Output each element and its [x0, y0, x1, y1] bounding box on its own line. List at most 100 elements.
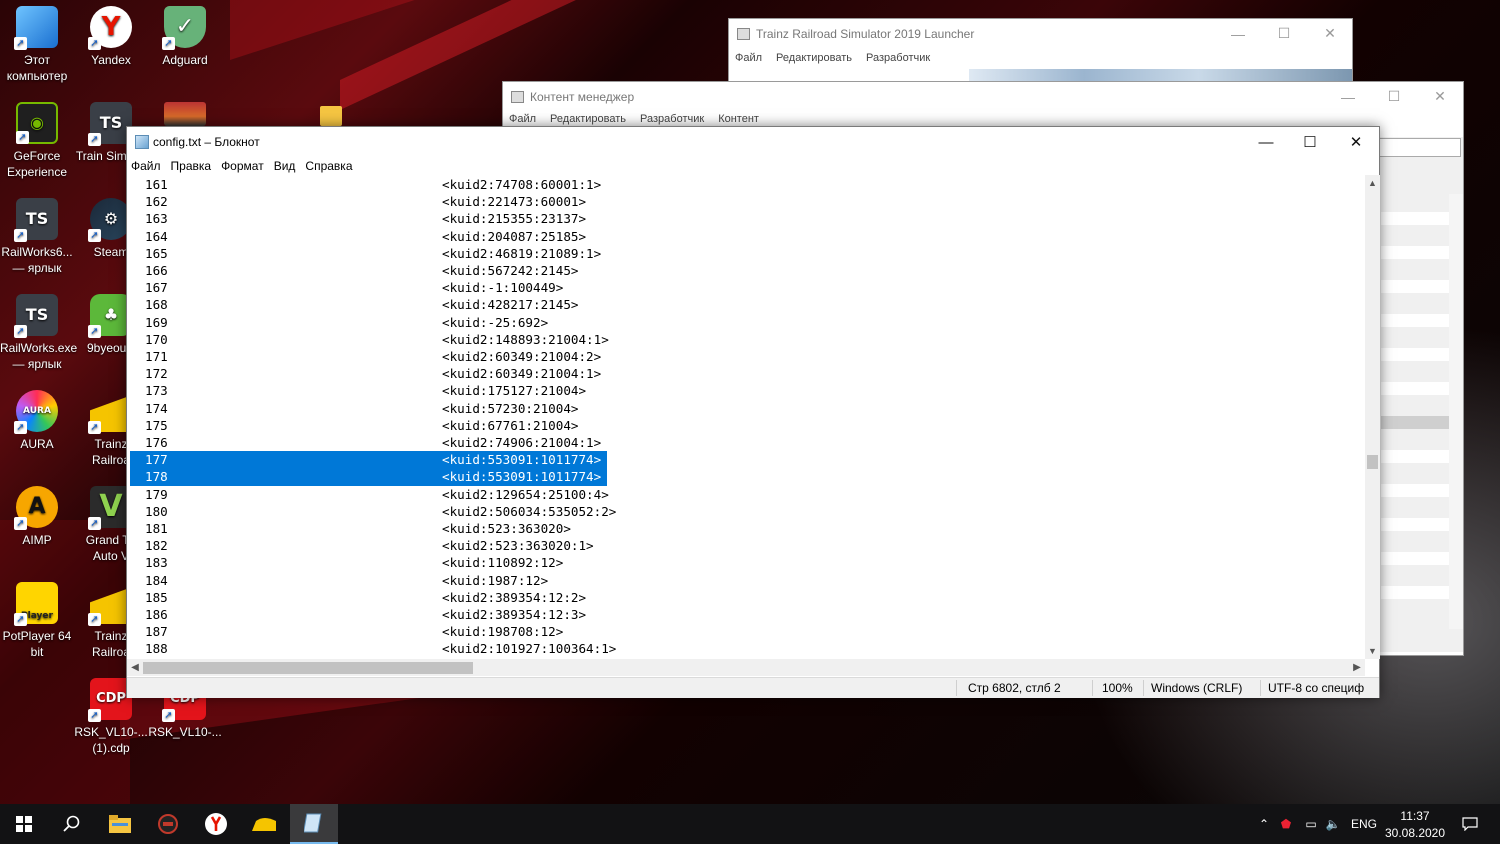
notepad-title: config.txt – Блокнот: [153, 135, 260, 149]
horizontal-scrollbar[interactable]: ◀ ▶: [127, 659, 1365, 676]
close-icon[interactable]: ✕: [1333, 127, 1379, 157]
line-number: 179: [145, 486, 168, 502]
start-icon[interactable]: [0, 804, 48, 844]
minimize-icon[interactable]: —: [1243, 127, 1289, 157]
launcher-menu-edit[interactable]: Редактировать: [776, 52, 852, 64]
maximize-icon[interactable]: ☐: [1261, 19, 1307, 48]
clock[interactable]: 11:37 30.08.2020: [1380, 808, 1450, 842]
vertical-scrollbar[interactable]: ▲ ▼: [1365, 175, 1380, 659]
content-search-input[interactable]: [1379, 138, 1461, 157]
scroll-right-icon[interactable]: ▶: [1349, 659, 1365, 676]
scrollbar-thumb[interactable]: [143, 662, 473, 674]
line-text: <kuid:1987:12>: [442, 572, 549, 588]
launcher-menu-file[interactable]: Файл: [735, 52, 762, 64]
aimp-icon: A ➚: [14, 486, 58, 530]
list-item[interactable]: [1381, 518, 1449, 531]
line-text: <kuid2:389354:12:3>: [442, 607, 587, 622]
menu-format[interactable]: Формат: [221, 159, 264, 173]
content-manager-titlebar[interactable]: Контент менеджер: [503, 82, 1463, 111]
list-item[interactable]: [1381, 450, 1449, 463]
trainz-launcher-window[interactable]: Trainz Railroad Simulator 2019 Launcher …: [728, 18, 1353, 90]
line-number: 181: [145, 521, 168, 536]
chevron-up-icon[interactable]: ⌃: [1256, 817, 1272, 831]
scroll-left-icon[interactable]: ◀: [127, 659, 143, 676]
text-line[interactable]: 178 <kuid:553091:1011774>: [130, 468, 607, 486]
close-icon[interactable]: ✕: [1417, 82, 1463, 111]
desktop-icon-yandex[interactable]: Y ➚ Yandex: [74, 2, 148, 68]
list-item[interactable]: [1381, 382, 1449, 395]
line-number: 166: [145, 263, 168, 278]
list-item[interactable]: [1381, 246, 1449, 259]
menu-edit[interactable]: Правка: [171, 159, 212, 173]
line-number: 172: [145, 366, 168, 382]
notepad-icon[interactable]: [290, 804, 338, 844]
maximize-icon[interactable]: ☐: [1287, 127, 1333, 157]
text-line[interactable]: 177 <kuid:553091:1011774>: [130, 451, 607, 469]
list-item[interactable]: [1381, 348, 1449, 361]
folder-icon[interactable]: [320, 106, 342, 126]
volume-icon[interactable]: 🔈: [1322, 817, 1344, 831]
geforce-icon: ◉ ➚: [16, 102, 58, 144]
scroll-down-icon[interactable]: ▼: [1365, 643, 1380, 659]
cm-menu-file[interactable]: Файл: [509, 113, 536, 125]
scrollbar-thumb[interactable]: [1367, 455, 1378, 469]
line-text: <kuid:175127:21004>: [442, 383, 587, 399]
line-number: 188: [145, 641, 168, 657]
line-number: 176: [145, 435, 168, 450]
list-item[interactable]: [1381, 280, 1449, 293]
launcher-menu-developer[interactable]: Разработчик: [866, 52, 930, 64]
minimize-icon[interactable]: —: [1325, 82, 1371, 111]
list-item[interactable]: [1381, 586, 1449, 599]
status-zoom: 100%: [1102, 681, 1133, 695]
cm-menu-developer[interactable]: Разработчик: [640, 113, 704, 125]
notepad-window[interactable]: config.txt – Блокнот — ☐ ✕ Файл Правка Ф…: [126, 126, 1380, 698]
status-line-endings: Windows (CRLF): [1151, 681, 1243, 695]
cm-menu-edit[interactable]: Редактировать: [550, 113, 626, 125]
list-item[interactable]: [1381, 484, 1449, 497]
line-text: <kuid2:148893:21004:1>: [442, 331, 609, 347]
line-text: <kuid2:74906:21004:1>: [442, 435, 602, 450]
network-icon[interactable]: ▭: [1300, 817, 1322, 831]
maximize-icon[interactable]: ☐: [1371, 82, 1417, 111]
trainz-icon[interactable]: [240, 804, 288, 844]
notepad-titlebar[interactable]: config.txt – Блокнот: [127, 127, 1379, 157]
gpu-tweak-tray-icon[interactable]: ⬟: [1272, 817, 1300, 831]
menu-help[interactable]: Справка: [305, 159, 352, 173]
list-item[interactable]: [1381, 416, 1449, 429]
desktop-icon-partial-train[interactable]: [164, 102, 206, 126]
close-icon[interactable]: ✕: [1307, 19, 1353, 48]
desktop-icon-aura[interactable]: AURA ➚ AURA: [0, 386, 74, 452]
desktop-icon-adguard[interactable]: ✓ ➚ Adguard: [148, 2, 222, 68]
gpu-tweak-icon[interactable]: [144, 804, 192, 844]
line-number: 171: [145, 349, 168, 364]
line-text: <kuid2:129654:25100:4>: [442, 486, 609, 502]
notepad-menubar: Файл Правка Формат Вид Справка: [127, 157, 1379, 175]
menu-file[interactable]: Файл: [131, 159, 161, 173]
menu-view[interactable]: Вид: [274, 159, 296, 173]
desktop-icon-geforce[interactable]: ◉ ➚ GeForce Experience: [0, 98, 74, 180]
minimize-icon[interactable]: —: [1215, 19, 1261, 48]
scroll-up-icon[interactable]: ▲: [1365, 175, 1380, 191]
search-icon[interactable]: [48, 804, 96, 844]
list-item[interactable]: [1381, 212, 1449, 225]
yandex-icon[interactable]: [192, 804, 240, 844]
text-editor-area[interactable]: 161 <kuid2:74708:60001:1> 162 <kuid:221473:…: [127, 175, 1365, 659]
line-text: <kuid:110892:12>: [442, 555, 564, 571]
line-text: <kuid:428217:2145>: [442, 297, 579, 313]
desktop-icon-potplayer[interactable]: Player ➚ PotPlayer 64 bit: [0, 578, 74, 660]
desktop-icon-this-pc[interactable]: ➚ Этот компьютер: [0, 2, 74, 84]
list-item[interactable]: [1381, 314, 1449, 327]
content-list-scrollbar[interactable]: [1449, 194, 1463, 629]
line-text: <kuid:57230:21004>: [442, 400, 579, 416]
desktop-icon-aimp[interactable]: A ➚ AIMP: [0, 482, 74, 548]
language-indicator[interactable]: ENG: [1344, 817, 1384, 831]
list-item[interactable]: [1381, 552, 1449, 565]
line-number: 177: [145, 452, 168, 468]
cm-menu-content[interactable]: Контент: [718, 113, 759, 125]
line-text: <kuid2:60349:21004:2>: [442, 349, 602, 364]
desktop-icon-railworks-exe[interactable]: TS ➚ RailWorks.exe — ярлык: [0, 290, 77, 372]
desktop-icon-railworks6[interactable]: TS ➚ RailWorks6... — ярлык: [0, 194, 74, 276]
line-text: <kuid:204087:25185>: [442, 228, 587, 244]
notification-icon[interactable]: [1446, 804, 1494, 844]
file-explorer-icon[interactable]: [96, 804, 144, 844]
